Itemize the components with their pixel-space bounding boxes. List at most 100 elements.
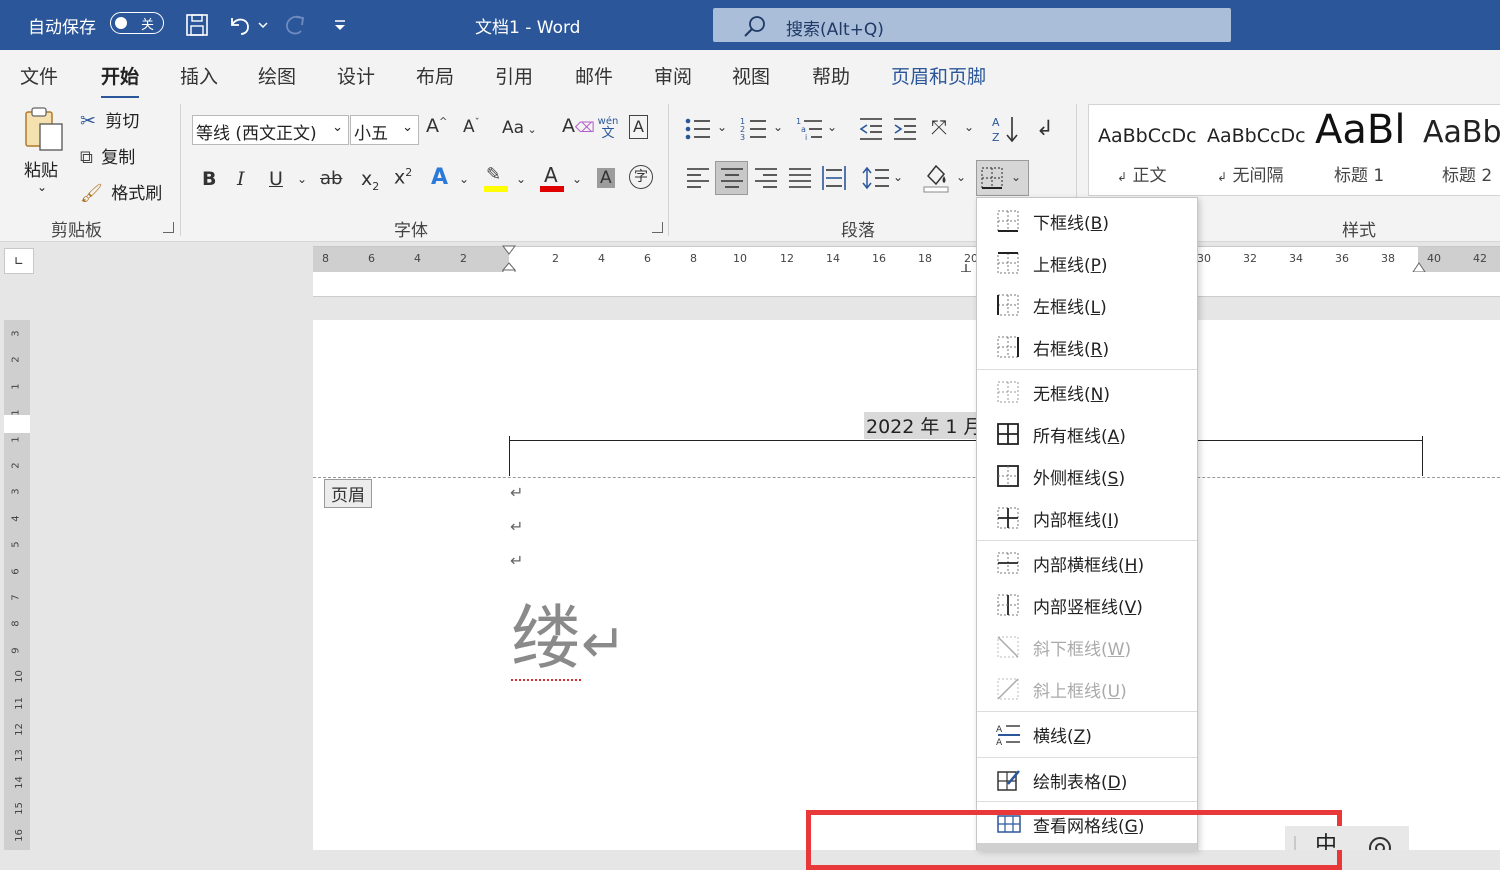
- clear-formatting-icon[interactable]: A⌫: [562, 115, 595, 137]
- enclose-character-icon[interactable]: 字: [629, 165, 653, 189]
- italic-icon[interactable]: I: [237, 168, 245, 190]
- font-name-combo[interactable]: 等线 (西文正文) ⌄: [192, 115, 349, 145]
- tab-references[interactable]: 引用: [495, 62, 533, 89]
- menu-item-outside-borders[interactable]: 外侧框线(S): [977, 457, 1197, 493]
- line-spacing-dropdown-icon[interactable]: ⌄: [893, 170, 903, 184]
- header-date-text[interactable]: 2022 年 1 月: [864, 412, 985, 439]
- align-right-icon[interactable]: [754, 166, 778, 190]
- menu-item-inside-borders[interactable]: 内部框线(I): [977, 499, 1197, 535]
- align-center-icon[interactable]: [720, 166, 744, 190]
- text-effects-icon[interactable]: A: [431, 165, 448, 190]
- tab-view[interactable]: 视图: [732, 62, 770, 89]
- copy-button[interactable]: ⧉ 复制: [80, 143, 135, 168]
- search-placeholder: 搜索(Alt+Q): [786, 20, 884, 40]
- cut-button[interactable]: ✂ 剪切: [80, 107, 139, 132]
- character-border-icon[interactable]: A: [629, 115, 648, 139]
- paste-button[interactable]: 粘贴 ⌄: [22, 106, 68, 196]
- shrink-font-icon[interactable]: Aˇ: [463, 117, 480, 137]
- highlight-dropdown-icon[interactable]: ⌄: [516, 172, 526, 186]
- tab-file[interactable]: 文件: [20, 62, 58, 89]
- subscript-icon[interactable]: x2: [361, 168, 379, 193]
- align-left-icon[interactable]: [686, 166, 710, 190]
- menu-item-top-border[interactable]: 上框线(P): [977, 244, 1197, 280]
- phonetic-guide-button[interactable]: wén 文: [597, 116, 619, 141]
- header-tag: 页眉: [324, 479, 372, 508]
- shading-icon[interactable]: [922, 162, 952, 194]
- numbering-dropdown-icon[interactable]: ⌄: [773, 120, 783, 134]
- font-color-dropdown-icon[interactable]: ⌄: [572, 172, 582, 186]
- format-painter-button[interactable]: 🖌 格式刷: [80, 179, 162, 204]
- menu-item-draw-table[interactable]: 绘制表格(D): [977, 761, 1197, 797]
- menu-item-inside-horizontal-border[interactable]: 内部横框线(H): [977, 544, 1197, 580]
- clipboard-launcher-icon[interactable]: [163, 222, 174, 233]
- grow-font-icon[interactable]: A^: [426, 115, 447, 137]
- tab-insert[interactable]: 插入: [180, 62, 218, 89]
- justify-icon[interactable]: [788, 166, 812, 190]
- sort-icon[interactable]: AZ: [992, 114, 1022, 144]
- tab-draw[interactable]: 绘图: [258, 62, 296, 89]
- change-case-button[interactable]: Aa ⌄: [502, 118, 537, 138]
- ruler-header-region: [4, 415, 30, 433]
- tab-header-footer[interactable]: 页眉和页脚: [891, 62, 986, 89]
- chinese-layout-icon[interactable]: ⤧: [931, 115, 947, 139]
- text-effects-dropdown-icon[interactable]: ⌄: [459, 172, 469, 186]
- search-box[interactable]: 搜索(Alt+Q): [713, 8, 1231, 42]
- bold-icon[interactable]: B: [202, 168, 216, 190]
- line-spacing-icon[interactable]: [862, 165, 890, 191]
- style-preview-heading-1[interactable]: AaBl: [1315, 107, 1407, 153]
- undo-dropdown-icon[interactable]: [257, 12, 269, 38]
- mnemonic-letter: W: [1107, 640, 1125, 660]
- menu-item-no-border[interactable]: 无框线(N): [977, 373, 1197, 409]
- menu-item-left-border[interactable]: 左框线(L): [977, 286, 1197, 322]
- autosave-toggle[interactable]: 关: [110, 12, 164, 34]
- borders-icon[interactable]: [980, 166, 1004, 190]
- multilevel-list-icon[interactable]: 1 a i: [796, 116, 826, 142]
- bullets-icon[interactable]: [684, 116, 714, 142]
- menu-item-all-borders[interactable]: 所有框线(A): [977, 415, 1197, 451]
- horizontal-ruler[interactable]: 8 6 4 2 2 4 6 8 10 12 14 16 18 20 30 32 …: [313, 245, 1500, 279]
- bullets-dropdown-icon[interactable]: ⌄: [717, 120, 727, 134]
- increase-indent-icon[interactable]: [892, 116, 918, 142]
- customize-toolbar-icon[interactable]: [332, 12, 348, 38]
- style-preview-normal[interactable]: AaBbCcDc: [1098, 125, 1196, 147]
- font-size-combo[interactable]: 小五 ⌄: [350, 115, 419, 145]
- document-page[interactable]: 2022 年 1 月 页眉 ↵ ↵ ↵ 缕↵: [313, 320, 1500, 850]
- tab-layout[interactable]: 布局: [416, 62, 454, 89]
- tab-selector[interactable]: ∟: [4, 248, 34, 274]
- menu-item-label: 右框线(R): [1033, 340, 1110, 360]
- decrease-indent-icon[interactable]: [858, 116, 884, 142]
- body-character[interactable]: 缕↵: [511, 597, 626, 684]
- underline-dropdown-icon[interactable]: ⌄: [297, 172, 307, 186]
- tab-home[interactable]: 开始: [101, 62, 140, 99]
- highlight-color-icon[interactable]: ✎: [484, 164, 510, 194]
- chinese-layout-dropdown-icon[interactable]: ⌄: [964, 120, 974, 134]
- tab-design[interactable]: 设计: [337, 62, 375, 89]
- character-shading-icon[interactable]: A: [597, 168, 615, 188]
- vertical-ruler[interactable]: 3 2 1 1 1 2 3 4 5 6 7 8 9 10 11 12 13 14 15 16: [4, 320, 30, 850]
- numbering-icon[interactable]: 1 2 3: [740, 116, 770, 142]
- style-preview-heading-2[interactable]: AaBb: [1423, 115, 1500, 150]
- tab-review[interactable]: 审阅: [654, 62, 692, 89]
- distributed-icon[interactable]: [821, 165, 847, 191]
- ruler-number: 4: [598, 252, 605, 265]
- undo-icon[interactable]: [226, 12, 254, 38]
- borders-dropdown-icon[interactable]: ⌄: [1011, 170, 1021, 184]
- multilevel-dropdown-icon[interactable]: ⌄: [827, 120, 837, 134]
- menu-item-right-border[interactable]: 右框线(R): [977, 328, 1197, 364]
- font-color-icon[interactable]: A: [540, 163, 566, 194]
- underline-icon[interactable]: U: [269, 168, 283, 190]
- paste-label: 粘贴: [24, 161, 58, 181]
- superscript-icon[interactable]: x2: [394, 166, 412, 188]
- tab-help[interactable]: 帮助: [812, 62, 850, 89]
- show-formatting-marks-icon[interactable]: ↲: [1036, 116, 1054, 140]
- tab-mailings[interactable]: 邮件: [575, 62, 613, 89]
- save-icon[interactable]: [184, 12, 210, 38]
- font-launcher-icon[interactable]: [652, 222, 663, 233]
- strikethrough-icon[interactable]: ab: [320, 168, 342, 189]
- menu-item-bottom-border[interactable]: 下框线(B): [977, 202, 1197, 238]
- menu-item-horizontal-line[interactable]: A A 横线(Z): [977, 715, 1197, 751]
- style-preview-no-spacing[interactable]: AaBbCcDc: [1207, 125, 1305, 147]
- paste-icon: [25, 107, 63, 151]
- shading-dropdown-icon[interactable]: ⌄: [956, 170, 966, 184]
- menu-item-inside-vertical-border[interactable]: 内部竖框线(V): [977, 586, 1197, 622]
